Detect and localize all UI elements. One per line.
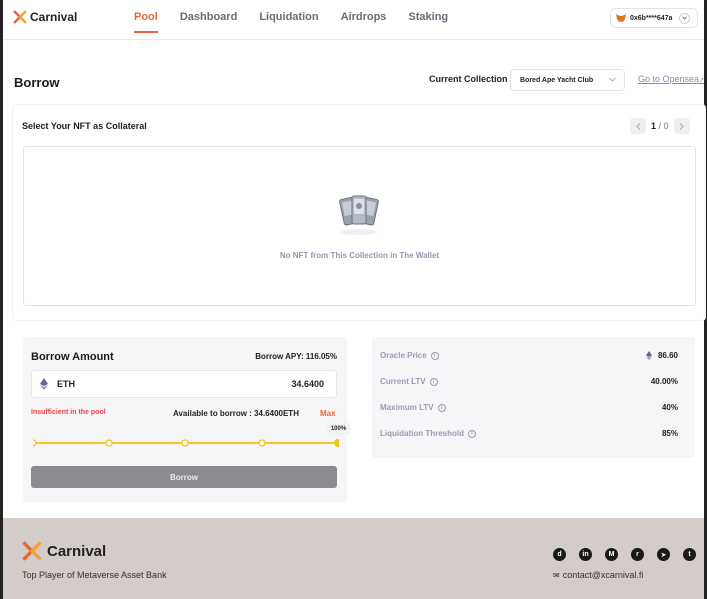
collection-label: Current Collection bbox=[429, 74, 508, 84]
stat-value-text: 86.60 bbox=[657, 351, 678, 360]
stat-oracle-price: Oracle Price i 86.60 bbox=[380, 351, 680, 363]
stat-label: Maximum LTV i bbox=[380, 403, 446, 412]
nav-link-liquidation[interactable]: Liquidation bbox=[259, 11, 318, 29]
stat-value-text: 85% bbox=[661, 429, 678, 438]
footer-tagline: Top Player of Metaverse Asset Bank bbox=[22, 570, 167, 580]
stat-value-text: 40.00% bbox=[650, 377, 678, 386]
page-current: 1 bbox=[651, 121, 657, 131]
discord-icon[interactable]: d bbox=[553, 548, 566, 561]
stat-label-text: Maximum LTV bbox=[380, 403, 434, 412]
twitter-icon[interactable]: t bbox=[683, 548, 696, 561]
carnival-logo-icon bbox=[13, 10, 27, 24]
nav-links: Pool Dashboard Liquidation Airdrops Stak… bbox=[134, 11, 470, 33]
empty-state-message: No NFT from This Collection in The Walle… bbox=[279, 251, 440, 260]
borrow-slider[interactable] bbox=[33, 439, 339, 447]
stat-maximum-ltv: Maximum LTV i 40% bbox=[380, 403, 680, 415]
eth-icon bbox=[645, 351, 652, 360]
empty-nft-cards-icon bbox=[339, 195, 379, 235]
stat-label-text: Current LTV bbox=[380, 377, 426, 386]
nav-link-pool[interactable]: Pool bbox=[134, 11, 158, 33]
prev-page-button[interactable] bbox=[630, 118, 646, 134]
insufficient-warning: Insufficient in the pool bbox=[31, 409, 106, 416]
page-title: Borrow bbox=[14, 75, 60, 90]
max-button[interactable]: Max bbox=[320, 409, 336, 418]
metamask-fox-icon bbox=[616, 14, 626, 22]
page-indicator: 1 / 0 bbox=[651, 121, 669, 131]
collection-selected-value: Bored Ape Yacht Club bbox=[520, 76, 594, 84]
top-nav: Carnival Pool Dashboard Liquidation Aird… bbox=[3, 0, 704, 40]
reddit-icon[interactable]: r bbox=[631, 548, 644, 561]
stat-liquidation-threshold: Liquidation Threshold i 85% bbox=[380, 429, 680, 441]
brand-logo[interactable]: Carnival bbox=[13, 10, 77, 24]
borrow-apy: Borrow APY: 116.05% bbox=[255, 352, 337, 361]
slider-handle[interactable] bbox=[334, 439, 339, 447]
nav-link-dashboard[interactable]: Dashboard bbox=[180, 11, 237, 29]
stat-label-text: Liquidation Threshold bbox=[380, 429, 464, 438]
brand-name: Carnival bbox=[30, 10, 78, 24]
info-icon[interactable]: i bbox=[429, 377, 438, 386]
chevron-right-icon bbox=[679, 122, 684, 130]
footer-contact[interactable]: ✉ contact@xcarnival.fi bbox=[553, 570, 643, 580]
collection-select[interactable]: Bored Ape Yacht Club bbox=[510, 69, 625, 91]
medium-icon[interactable]: M bbox=[605, 548, 618, 561]
borrow-button[interactable]: Borrow bbox=[31, 466, 337, 488]
chevron-down-icon bbox=[609, 77, 616, 82]
page-total: / 0 bbox=[658, 121, 669, 131]
nft-pager: 1 / 0 bbox=[630, 118, 690, 134]
stat-value: 86.60 bbox=[645, 351, 678, 360]
slider-percent-label: 100% bbox=[327, 423, 350, 435]
linkedin-icon[interactable]: in bbox=[579, 548, 592, 561]
nav-link-staking[interactable]: Staking bbox=[408, 11, 448, 29]
eth-icon bbox=[40, 378, 48, 390]
token-symbol: ETH bbox=[57, 379, 75, 389]
opensea-link-label: Go to Opensea bbox=[638, 74, 700, 84]
stat-value: 85% bbox=[662, 429, 678, 438]
stat-value-text: 40% bbox=[661, 403, 678, 412]
nav-link-airdrops[interactable]: Airdrops bbox=[341, 11, 387, 29]
slider-mark-50[interactable] bbox=[181, 439, 189, 447]
social-links: d in M r ➤ t bbox=[553, 548, 696, 561]
footer-logo[interactable]: Carnival bbox=[22, 541, 106, 561]
opensea-link[interactable]: Go to Opensea↗ bbox=[638, 74, 704, 84]
slider-mark-0[interactable] bbox=[33, 439, 37, 447]
chevron-left-icon bbox=[635, 122, 640, 130]
wallet-button[interactable]: 0x6b****647a bbox=[610, 8, 698, 28]
slider-mark-25[interactable] bbox=[105, 439, 113, 447]
borrow-amount-title: Borrow Amount bbox=[31, 351, 114, 363]
wallet-address: 0x6b****647a bbox=[630, 14, 673, 22]
stat-value: 40.00% bbox=[651, 377, 678, 386]
carnival-logo-icon bbox=[22, 541, 42, 561]
stat-value: 40% bbox=[662, 403, 678, 412]
contact-email: contact@xcarnival.fi bbox=[562, 570, 644, 580]
external-link-icon: ↗ bbox=[699, 78, 705, 84]
mail-icon: ✉ bbox=[553, 570, 560, 580]
info-icon[interactable]: i bbox=[468, 429, 476, 438]
amount-value[interactable]: 34.6400 bbox=[291, 379, 324, 389]
stat-label: Oracle Price i bbox=[380, 351, 439, 360]
chevron-down-icon[interactable] bbox=[679, 12, 691, 24]
stat-current-ltv: Current LTV i 40.00% bbox=[380, 377, 680, 389]
stat-label: Liquidation Threshold i bbox=[380, 429, 476, 438]
footer-brand-name: Carnival bbox=[47, 542, 107, 560]
stat-label: Current LTV i bbox=[380, 377, 438, 386]
stat-label-text: Oracle Price bbox=[380, 351, 427, 360]
info-icon[interactable]: i bbox=[430, 351, 439, 360]
slider-mark-75[interactable] bbox=[258, 439, 266, 447]
info-icon[interactable]: i bbox=[437, 403, 446, 412]
next-page-button[interactable] bbox=[673, 118, 690, 134]
available-to-borrow: Available to borrow : 34.6400ETH bbox=[173, 409, 299, 418]
nft-section-title: Select Your NFT as Collateral bbox=[22, 121, 147, 131]
telegram-icon[interactable]: ➤ bbox=[657, 548, 670, 561]
